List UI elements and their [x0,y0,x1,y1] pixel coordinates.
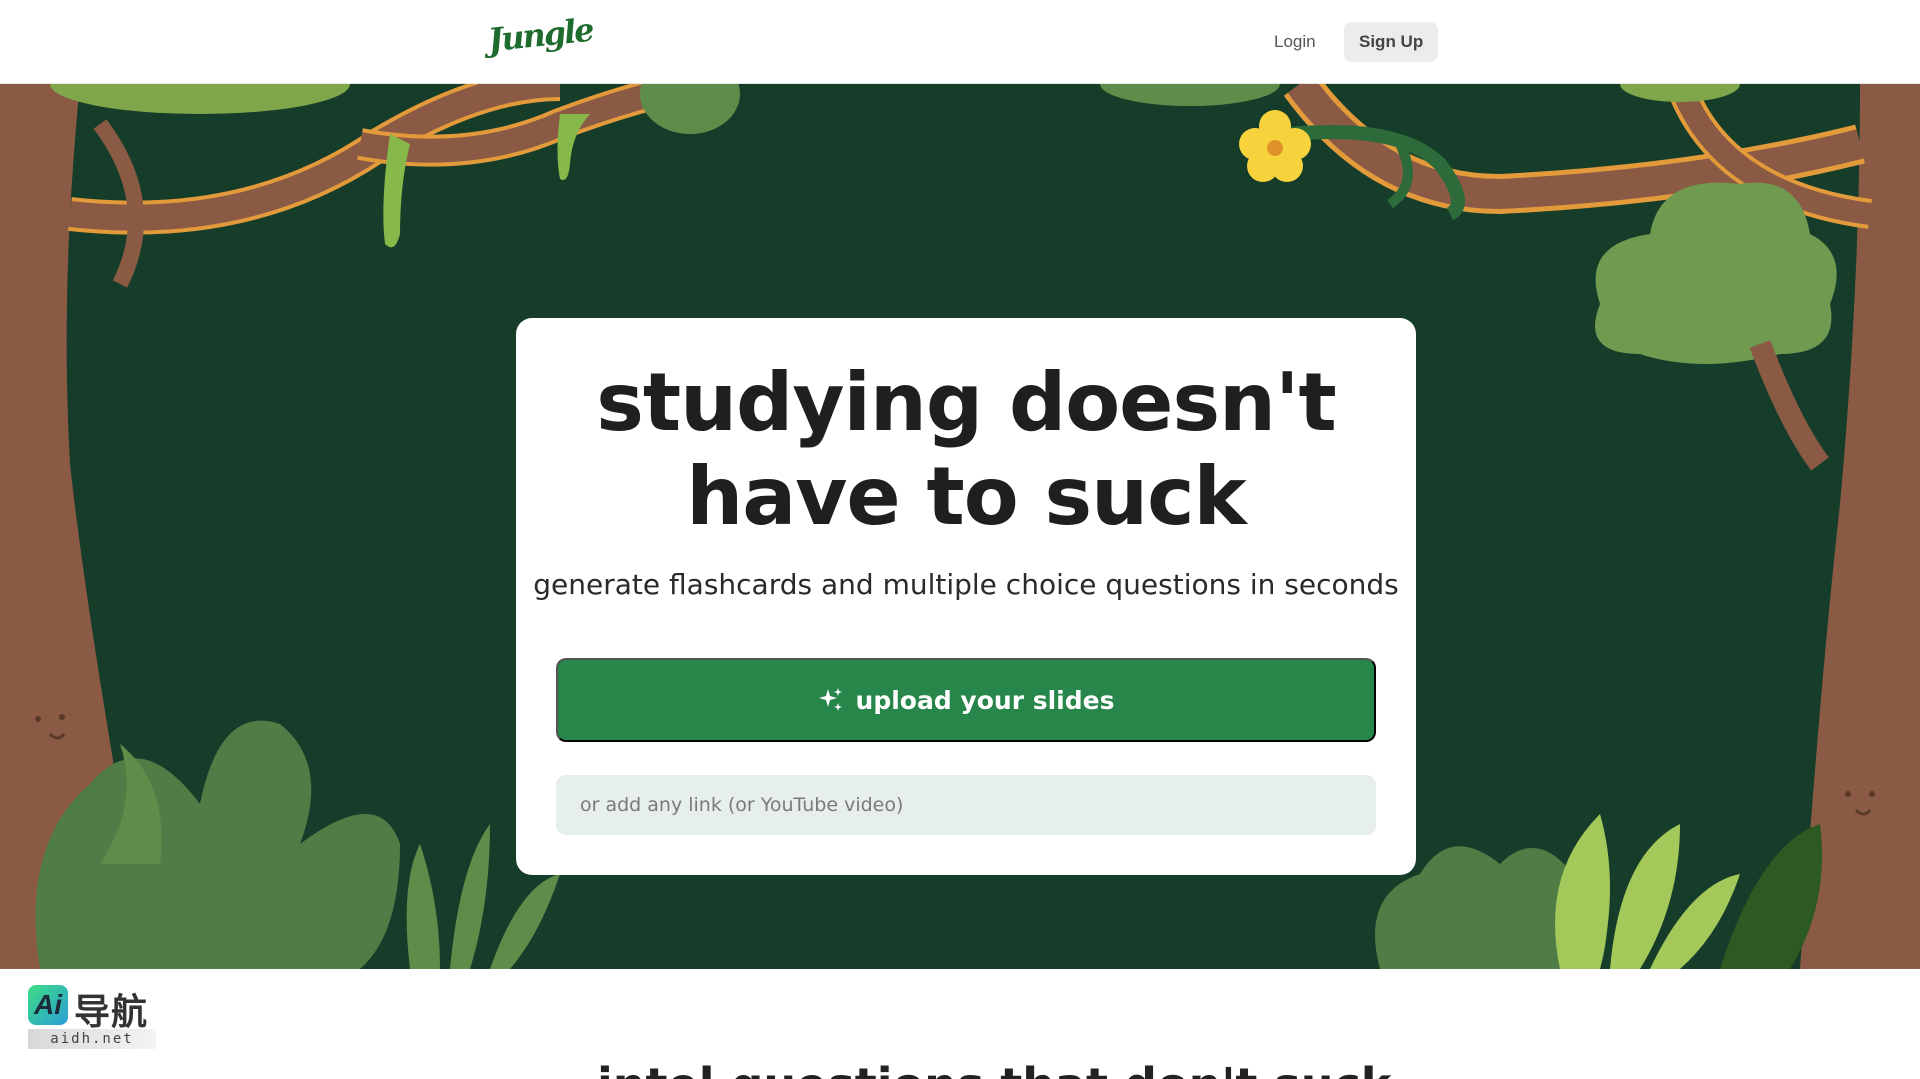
bottom-right-fern [1555,814,1740,969]
aidh-watermark: Ai 导航 aidh.net [28,983,158,1051]
next-section-heading: ... intel questions that don't suck [0,1058,1920,1079]
headline-line-2: have to suck [686,450,1246,543]
watermark-badge: Ai [28,985,68,1025]
watermark-title: 导航 [74,992,149,1033]
yellow-flower [1239,110,1311,182]
signup-button[interactable]: Sign Up [1344,22,1439,62]
jungle-logo[interactable]: Jungle [486,11,594,66]
sparkle-icon [818,688,842,711]
headline-line-1: studying doesn't [596,356,1337,449]
top-navbar: Jungle Login Sign Up [0,0,1920,84]
upload-slides-label: upload your slides [855,685,1115,715]
link-input[interactable] [556,775,1376,835]
watermark-domain: aidh.net [28,1029,156,1049]
upload-slides-button[interactable]: upload your slides [556,658,1376,742]
hero-card: studying doesn't have to suck generate f… [516,318,1416,875]
hero-section: studying doesn't have to suck generate f… [0,84,1920,969]
login-button[interactable]: Login [1258,22,1332,62]
hero-headline: studying doesn't have to suck [516,356,1416,544]
top-left-foliage [50,84,350,114]
right-bush [1595,182,1837,364]
hero-subheadline: generate flashcards and multiple choice … [533,568,1399,601]
logo-wordmark: Jungle [486,10,595,60]
